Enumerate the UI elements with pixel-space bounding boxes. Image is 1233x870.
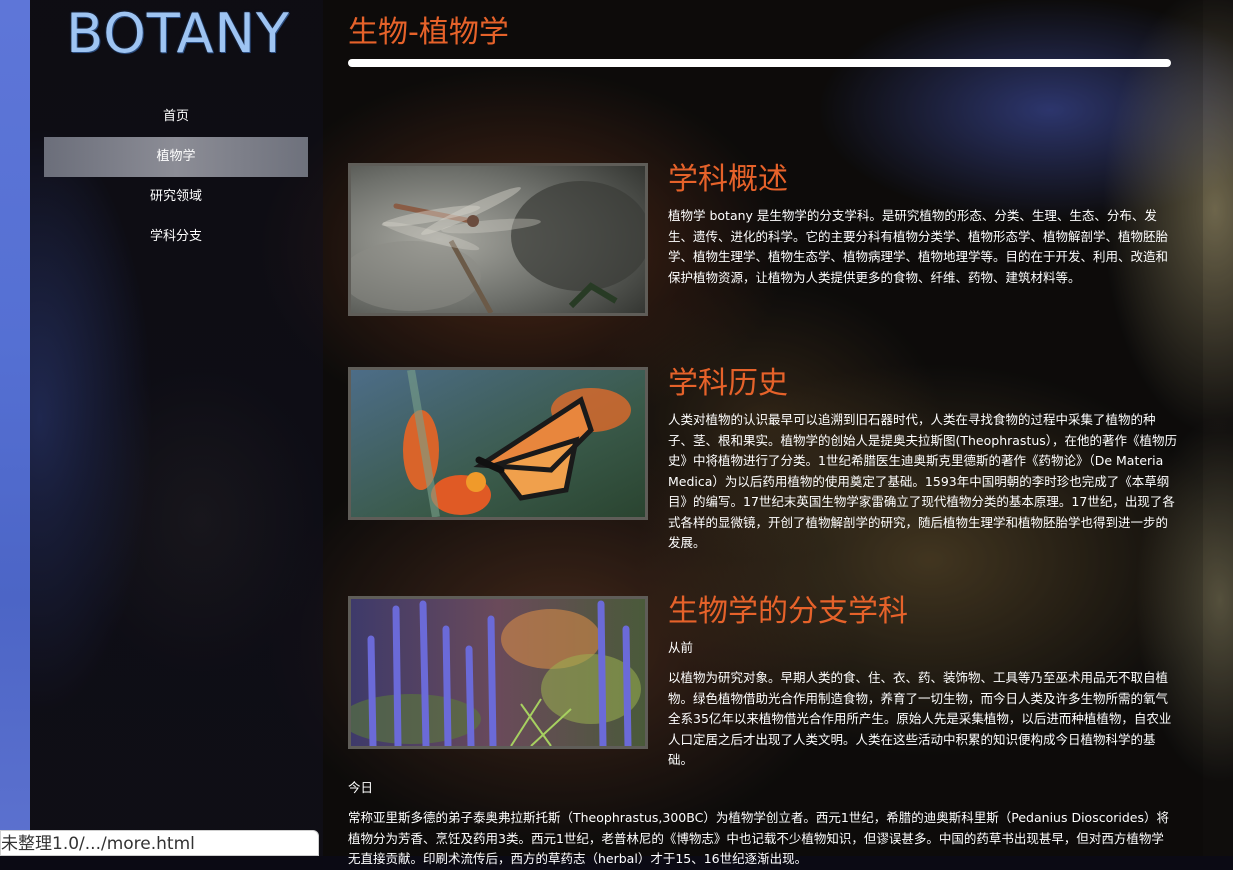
lavender-image [348,596,648,749]
section-overview-title: 学科概述 [668,162,788,197]
nav-item-research-fields[interactable]: 研究领域 [44,177,308,217]
nav-item-branches[interactable]: 学科分支 [44,217,308,257]
left-edge-strip [0,0,30,856]
lavender-icon [351,599,645,746]
section-overview-text: 植物学 botany 是生物学的分支学科。是研究植物的形态、分类、生理、生态、分… [668,208,1169,285]
right-edge [1203,0,1233,856]
sidebar-nav: 首页 植物学 研究领域 学科分支 [44,97,308,257]
dragonfly-icon [351,166,645,313]
botany-logo[interactable]: BOTANY [58,2,298,66]
nav-item-botany[interactable]: 植物学 [44,137,308,177]
section-history-text: 人类对植物的认识最早可以追溯到旧石器时代，人类在寻找食物的过程中采集了植物的种子… [668,412,1178,550]
section-branches-text: 以植物为研究对象。早期人类的食、住、衣、药、装饰物、工具等乃至巫术用品无不取自植… [668,670,1172,767]
section-history-title: 学科历史 [668,366,788,401]
today-text: 常称亚里斯多德的弟子泰奥弗拉斯托斯（Theophrastus,300BC）为植物… [348,810,1169,866]
nav-item-home[interactable]: 首页 [44,97,308,137]
dragonfly-image [348,163,648,316]
section-branches-title: 生物学的分支学科 [668,594,908,629]
today-heading: 今日 [348,780,374,795]
page-title: 生物-植物学 [348,15,509,50]
sidebar: BOTANY 首页 植物学 研究领域 学科分支 [30,0,323,856]
section-branches-subheading: 从前 [668,640,694,655]
butterfly-image [348,367,648,520]
title-underline [348,59,1171,67]
butterfly-icon [351,370,645,517]
status-url-bar: 未整理1.0/.../more.html [0,830,319,856]
